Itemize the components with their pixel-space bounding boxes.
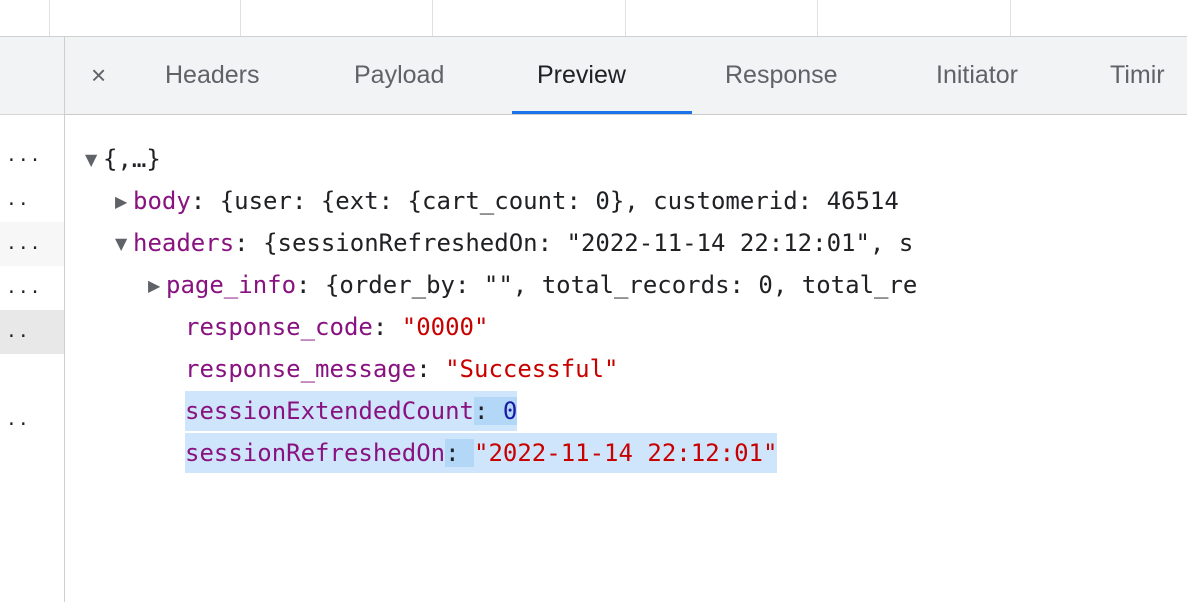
json-line-session-extended-count[interactable]: sessionExtendedCount: 0: [185, 391, 518, 431]
json-key: headers: [133, 229, 235, 257]
triangle-right-icon[interactable]: ▶: [115, 182, 133, 222]
json-key: response_code: [185, 313, 373, 341]
json-key: sessionRefreshedOn: [185, 439, 446, 467]
triangle-down-icon[interactable]: ▼: [85, 140, 103, 180]
json-key: sessionExtendedCount: [185, 397, 474, 425]
colon: :: [234, 229, 264, 257]
json-line-response-message[interactable]: response_message: "Successful": [185, 349, 618, 389]
json-line-body[interactable]: ▶ body: {user: {ext: {cart_count: 0}, cus…: [115, 181, 899, 221]
detail-tabbar: × Headers Payload Preview Response Initi…: [65, 37, 1187, 115]
json-root-line[interactable]: ▼ {,…}: [85, 139, 161, 179]
json-value: "Successful": [445, 355, 619, 383]
column-separator: [1010, 0, 1011, 36]
tab-payload[interactable]: Payload: [354, 37, 444, 114]
colon: :: [445, 439, 474, 467]
request-table-header: [0, 0, 1187, 37]
column-separator: [625, 0, 626, 36]
json-line-headers[interactable]: ▼ headers: {sessionRefreshedOn: "2022-11-…: [115, 223, 913, 263]
request-list: ... .. ... ... .. ..: [0, 37, 65, 602]
colon: :: [190, 187, 220, 215]
json-value: "2022-11-14 22:12:01": [474, 439, 778, 467]
active-tab-indicator: [512, 111, 692, 114]
request-row[interactable]: ..: [0, 178, 64, 222]
tab-preview[interactable]: Preview: [537, 37, 626, 114]
triangle-right-icon[interactable]: ▶: [148, 266, 166, 306]
colon: :: [372, 313, 402, 341]
request-list-header: [0, 37, 64, 115]
request-row[interactable]: ...: [0, 266, 64, 310]
column-separator: [432, 0, 433, 36]
json-key: page_info: [166, 271, 297, 299]
request-row[interactable]: ...: [0, 222, 64, 266]
json-value: {sessionRefreshedOn: "2022-11-14 22:12:0…: [263, 229, 914, 257]
colon: :: [473, 397, 503, 425]
colon: :: [416, 355, 446, 383]
column-separator: [49, 0, 50, 36]
tab-initiator[interactable]: Initiator: [936, 37, 1018, 114]
request-row-selected[interactable]: ..: [0, 310, 64, 354]
json-line-response-code[interactable]: response_code: "0000": [185, 307, 488, 347]
column-separator: [817, 0, 818, 36]
close-icon[interactable]: ×: [91, 37, 106, 114]
tab-timing[interactable]: Timir: [1110, 37, 1165, 114]
json-value: "0000": [401, 313, 489, 341]
json-key: response_message: [185, 355, 417, 383]
json-root-summary: {,…}: [103, 145, 161, 173]
request-row[interactable]: ...: [0, 134, 64, 178]
colon: :: [296, 271, 325, 299]
tab-headers[interactable]: Headers: [165, 37, 260, 114]
json-key: body: [133, 187, 191, 215]
request-row[interactable]: [0, 354, 64, 398]
json-line-page-info[interactable]: ▶ page_info: {order_by: "", total_records…: [148, 265, 917, 305]
json-value: {user: {ext: {cart_count: 0}, customerid…: [219, 187, 899, 215]
tab-response[interactable]: Response: [725, 37, 838, 114]
triangle-down-icon[interactable]: ▼: [115, 224, 133, 264]
column-separator: [240, 0, 241, 36]
devtools-network-panel: ... .. ... ... .. .. × Headers Payload P…: [0, 0, 1187, 602]
json-value: 0: [502, 397, 518, 425]
json-value: {order_by: "", total_records: 0, total_r…: [324, 271, 918, 299]
json-preview: ▼ {,…} ▶ body: {user: {ext: {cart_count: 0…: [65, 115, 1187, 602]
json-line-session-refreshed-on[interactable]: sessionRefreshedOn: "2022-11-14 22:12:01…: [185, 433, 778, 473]
request-row[interactable]: ..: [0, 398, 64, 442]
